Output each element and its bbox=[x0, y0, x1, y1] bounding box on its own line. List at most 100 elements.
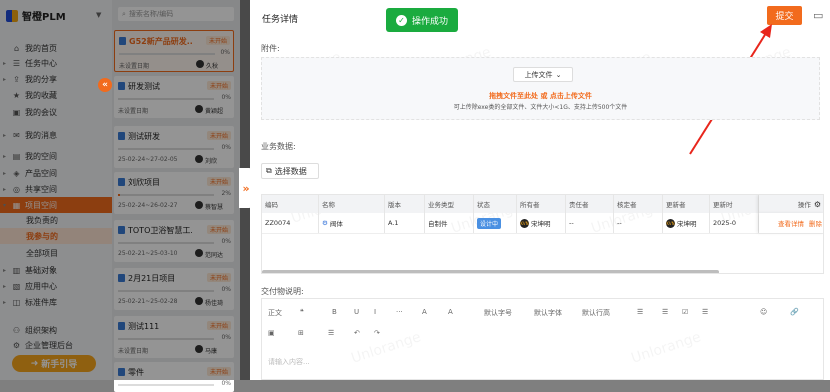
comment-icon[interactable]: ▭ bbox=[813, 9, 823, 22]
project-title: 测试研发 bbox=[128, 132, 160, 141]
sidebar-item-4[interactable]: ▣ 我的会议 bbox=[0, 104, 112, 120]
app-logo[interactable]: 智橙PLM bbox=[6, 8, 66, 23]
toolbar-tool-11[interactable]: ☰ bbox=[637, 308, 643, 316]
select-data-label: 选择数据 bbox=[274, 166, 307, 176]
toolbar-tool-3[interactable]: U bbox=[354, 308, 359, 316]
project-icon bbox=[118, 274, 125, 282]
upload-dropzone[interactable]: 上传文件 ⌄ 拖拽文件至此处 或 点击上传文件 可上传除exe类的全部文件、文件… bbox=[261, 57, 820, 120]
toolbar-tool2-1[interactable]: ⊞ bbox=[298, 329, 304, 337]
toolbar-tool-10[interactable]: 默认行高 bbox=[582, 308, 610, 318]
header-code: 编码 bbox=[262, 195, 319, 213]
select-data-button[interactable]: ⧉ 选择数据 bbox=[261, 163, 319, 179]
project-date: 25-02-21~25-02-28 bbox=[118, 298, 178, 305]
sidebar-item-3[interactable]: ★ 我的收藏 bbox=[0, 87, 112, 103]
search-input[interactable]: ⌕ 搜索名称/编码 bbox=[118, 7, 234, 21]
toolbar-tool-13[interactable]: ☑ bbox=[682, 308, 688, 316]
star-icon: ★ bbox=[12, 90, 21, 100]
part-icon: ⚙ bbox=[322, 219, 328, 227]
gear-icon[interactable]: ⚙ bbox=[814, 200, 821, 209]
toolbar-tool2-4[interactable]: ↷ bbox=[374, 329, 380, 337]
project-icon bbox=[118, 178, 125, 186]
sidebar-item-8[interactable]: ◎ 共享空间 bbox=[0, 181, 112, 197]
toolbar-tool-14[interactable]: ☰ bbox=[702, 308, 708, 316]
toolbar-tool-15[interactable]: ☺ bbox=[760, 308, 767, 316]
progress-text: 0% bbox=[221, 286, 231, 293]
toolbar-tool-6[interactable]: A bbox=[422, 308, 427, 316]
sidebar-item-label: 我的空间 bbox=[25, 151, 57, 161]
toolbar-tool-9[interactable]: 默认字体 bbox=[534, 308, 562, 318]
project-card[interactable]: 测试111 未开始 0% 未设置日期 马康 bbox=[114, 316, 234, 358]
sidebar-item-label: 我的收藏 bbox=[25, 90, 57, 100]
sidebar-item-5[interactable]: ✉ 我的消息 bbox=[0, 127, 112, 143]
cell-name[interactable]: ⚙ 阀体 bbox=[319, 213, 385, 233]
sidebar-subitem-2[interactable]: 全部项目 bbox=[0, 245, 112, 261]
chevron-down-icon[interactable]: ▼ bbox=[96, 11, 101, 19]
sidebar-item-2[interactable]: ⇪ 我的分享 bbox=[0, 71, 112, 87]
table-row[interactable]: ZZ0074 ⚙ 阀体 A.1 自制件 设计中 KVN 宋坤明 -- -- KV… bbox=[262, 213, 823, 234]
sidebar-item-7[interactable]: ◈ 产品空间 bbox=[0, 165, 112, 181]
sidebar-item-0[interactable]: ⌂ 我的首页 bbox=[0, 40, 112, 56]
sidebar-item-12[interactable]: ◫ 标准件库 bbox=[0, 294, 112, 310]
toolbar-tool2-3[interactable]: ↶ bbox=[354, 329, 360, 337]
status-badge: 未开始 bbox=[206, 81, 231, 90]
new-user-guide-button[interactable]: ➜ 新手引导 bbox=[12, 355, 96, 372]
project-card[interactable]: 研发测试 未开始 0% 未设置日期 黄颖超 bbox=[114, 76, 234, 118]
project-card[interactable]: 测试研发 未开始 0% 25-02-24~27-02-05 刘欣 bbox=[114, 126, 234, 168]
header-actions-label: 操作 bbox=[797, 201, 811, 209]
upload-button-label: 上传文件 bbox=[524, 70, 553, 79]
rocket-icon: ➜ bbox=[30, 358, 39, 369]
sidebar-item-1[interactable]: ☰ 任务中心 bbox=[0, 55, 112, 71]
cell-status: 设计中 bbox=[474, 213, 517, 233]
rich-text-editor[interactable]: 正文 ❝ B U I ··· A A 默认字号 默认字体 默认行高 ☰ ☰ ☑ ☰ ☺ 🔗 ▣ ⊞ ☰ ↶ ↷ 请输入内容… bbox=[261, 298, 824, 380]
toolbar-tool-4[interactable]: I bbox=[374, 308, 376, 316]
sidebar-item-11[interactable]: ▧ 应用中心 bbox=[0, 278, 112, 294]
owner-name: 黄颖超 bbox=[205, 108, 224, 115]
toolbar-tool-7[interactable]: A bbox=[448, 308, 453, 316]
toolbar-tool-0[interactable]: 正文 bbox=[268, 308, 282, 318]
toolbar-tool-8[interactable]: 默认字号 bbox=[484, 308, 512, 318]
project-icon bbox=[118, 368, 125, 376]
toolbar-tool-2[interactable]: B bbox=[332, 308, 337, 316]
sidebar-subitem-1[interactable]: 我参与的 bbox=[0, 228, 112, 244]
sidebar-item-9[interactable]: ▦ 项目空间 bbox=[0, 197, 112, 213]
avatar bbox=[195, 155, 203, 163]
project-card[interactable]: 刘欣项目 未开始 2% 25-02-24~26-02-27 蔡智慧 bbox=[114, 172, 234, 214]
collapse-sidebar-icon[interactable]: « bbox=[98, 78, 112, 92]
sidebar-subitem-0[interactable]: 我负责的 bbox=[0, 212, 112, 228]
sidebar-item-6[interactable]: ▤ 我的空间 bbox=[0, 148, 112, 164]
meeting-icon: ▣ bbox=[12, 107, 21, 117]
library-icon: ◫ bbox=[12, 297, 21, 307]
avatar bbox=[195, 105, 203, 113]
project-card[interactable]: G52新产品研发... 未开始 0% 未设置日期 久秋 bbox=[114, 30, 234, 72]
toolbar-tool-1[interactable]: ❝ bbox=[300, 308, 304, 316]
sidebar-item-10[interactable]: ▥ 基础对象 bbox=[0, 262, 112, 278]
updater-name: 宋坤明 bbox=[677, 220, 697, 228]
editor-placeholder: 请输入内容... bbox=[268, 358, 310, 366]
sidebar-item-13[interactable]: ⚇ 组织架构 bbox=[0, 322, 112, 338]
header-owner: 所有者 bbox=[517, 195, 566, 213]
header-responsible: 责任者 bbox=[566, 195, 614, 213]
project-card[interactable]: 零件 未开始 0% bbox=[114, 362, 234, 392]
upload-hint: 拖拽文件至此处 或 点击上传文件 bbox=[489, 92, 592, 100]
sidebar-item-label: 项目空间 bbox=[25, 200, 57, 210]
project-title: G52新产品研发... bbox=[129, 37, 193, 46]
sidebar-item-14[interactable]: ⚙ 企业管理后台 bbox=[0, 337, 112, 353]
toolbar-tool-5[interactable]: ··· bbox=[396, 308, 403, 316]
message-icon: ✉ bbox=[13, 130, 20, 140]
header-status: 状态 bbox=[474, 195, 517, 213]
table-horizontal-scrollbar[interactable] bbox=[262, 270, 719, 273]
cell-updated: 2025-0 bbox=[710, 213, 759, 233]
toolbar-tool2-0[interactable]: ▣ bbox=[268, 329, 275, 337]
delete-link[interactable]: 删除 bbox=[809, 218, 822, 228]
project-card[interactable]: TOTO卫浴智慧工... 未开始 0% 25-02-21~25-03-10 范同达 bbox=[114, 220, 234, 262]
view-detail-link[interactable]: 查看详情 bbox=[778, 218, 804, 228]
upload-file-button[interactable]: 上传文件 ⌄ bbox=[513, 67, 573, 82]
business-data-label: 业务数据: bbox=[261, 142, 296, 151]
shared-icon: ◎ bbox=[13, 184, 20, 194]
toolbar-tool-12[interactable]: ☰ bbox=[662, 308, 668, 316]
owner-name: 马康 bbox=[205, 348, 218, 355]
toast-text: 操作成功 bbox=[412, 16, 449, 27]
toolbar-tool-16[interactable]: 🔗 bbox=[790, 308, 799, 316]
project-card[interactable]: 2月21日项目 未开始 0% 25-02-21~25-02-28 杨佳琦 bbox=[114, 268, 234, 310]
toolbar-tool2-2[interactable]: ☰ bbox=[328, 329, 334, 337]
